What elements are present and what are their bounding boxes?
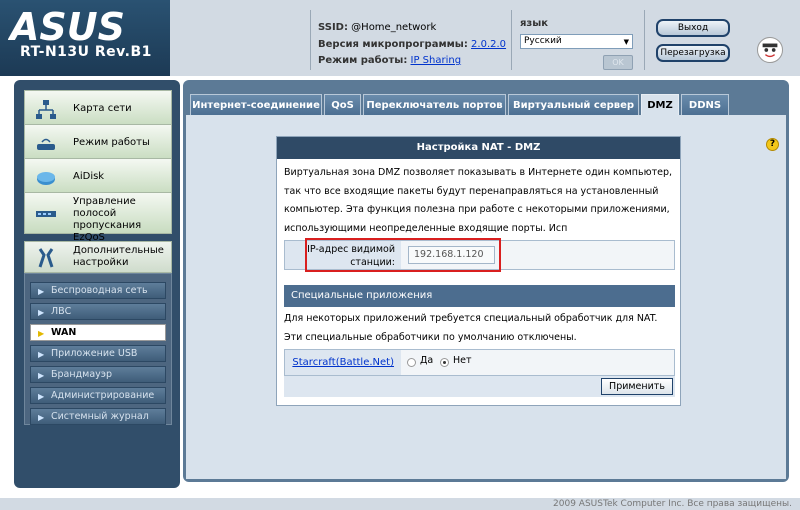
sidebar-item-label: Режим работы [73, 137, 150, 148]
sidebar-item-label: Управление полосой пропускания EzQoS [73, 196, 142, 243]
arrow-right-icon: ▶ [38, 308, 45, 317]
submenu-label: Администрирование [51, 390, 155, 401]
special-apps-header: Специальные приложения [284, 285, 675, 307]
submenu-label: Брандмауэр [51, 369, 113, 380]
submenu-item-wireless[interactable]: ▶ Беспроводная сеть [30, 282, 166, 299]
tab-ddns[interactable]: DDNS [681, 94, 729, 115]
panel-title: Настройка NAT - DMZ [277, 137, 680, 159]
apply-button[interactable]: Применить [601, 378, 673, 395]
language-select[interactable]: Русский ▼ [520, 34, 633, 49]
header-divider [310, 10, 311, 70]
language-label: язык [520, 18, 549, 29]
tab-dmz[interactable]: DMZ [641, 94, 679, 116]
header-divider [644, 10, 645, 70]
radio-yes-label: Да [420, 355, 434, 366]
submenu-item-lan[interactable]: ▶ ЛВС [30, 303, 166, 320]
ssid-label: SSID: [318, 22, 348, 33]
sidebar-item-aidisk[interactable]: AiDisk [24, 158, 172, 195]
starcraft-row: Starcraft(Battle.Net) Да Нет [284, 349, 675, 376]
submenu-item-firewall[interactable]: ▶ Брандмауэр [30, 366, 166, 383]
submenu-item-administration[interactable]: ▶ Администрирование [30, 387, 166, 404]
arrow-right-icon: ▶ [38, 392, 45, 401]
sidebar-item-ezqos[interactable]: Управление полосой пропускания EzQoS [24, 192, 172, 243]
router-model: RT-N13U Rev.B1 [20, 44, 152, 60]
tab-internet-connection[interactable]: Интернет-соединение [190, 94, 322, 115]
arrow-right-icon: ▶ [38, 350, 45, 359]
sidebar-item-label: AiDisk [73, 171, 105, 182]
submenu-label: ЛВС [51, 306, 72, 317]
mascot-avatar-icon [757, 37, 783, 63]
firmware-link[interactable]: 2.0.2.0 [471, 39, 506, 50]
ssid-value: @Home_network [351, 22, 437, 33]
special-apps-description: Для некоторых приложений требуется специ… [284, 313, 658, 343]
sidebar-item-operation-mode[interactable]: Режим работы [24, 124, 172, 161]
network-map-icon [36, 100, 56, 119]
arrow-right-icon: ▶ [38, 329, 45, 338]
submenu-item-wan[interactable]: ▶ WAN [30, 324, 166, 341]
submenu-label: WAN [51, 327, 77, 338]
starcraft-label: Starcraft(Battle.Net) [285, 350, 401, 375]
radio-no[interactable] [440, 358, 449, 367]
submenu-list: ▶ Беспроводная сеть ▶ ЛВС ▶ WAN ▶ Приложение… [24, 273, 172, 425]
submenu-label: Системный журнал [51, 411, 149, 422]
status-info: SSID: @Home_network Версия микропрограмм… [318, 20, 506, 70]
tools-icon [38, 248, 54, 268]
starcraft-link[interactable]: Starcraft(Battle.Net) [292, 357, 394, 368]
logout-button[interactable]: Выход [656, 19, 730, 37]
dropdown-arrow-icon: ▼ [623, 38, 629, 46]
submenu-label: Беспроводная сеть [51, 285, 148, 296]
submenu-item-system-log[interactable]: ▶ Системный журнал [30, 408, 166, 425]
apply-row: Применить [284, 376, 675, 397]
asus-logo: ASUS [8, 6, 125, 44]
qos-icon [36, 211, 56, 217]
radio-no-label: Нет [453, 355, 472, 366]
tab-port-trigger[interactable]: Переключатель портов [363, 94, 506, 115]
arrow-right-icon: ▶ [38, 287, 45, 296]
help-icon[interactable]: ? [766, 138, 779, 151]
router-icon [37, 138, 55, 150]
copyright-footer: 2009 ASUSTek Computer Inc. Все права защ… [0, 498, 800, 510]
panel-description: Виртуальная зона DMZ позволяет показыват… [284, 167, 673, 234]
language-ok-button[interactable]: OK [603, 55, 633, 70]
logo-panel: ASUS RT-N13U Rev.B1 [0, 0, 170, 88]
tab-qos[interactable]: QoS [324, 94, 361, 115]
sidebar-item-network-map[interactable]: Карта сети [24, 90, 172, 127]
tab-virtual-server[interactable]: Виртуальный сервер [508, 94, 639, 115]
language-value: Русский [524, 36, 562, 46]
sidebar-item-label: Карта сети [73, 103, 132, 114]
firmware-label: Версия микропрограммы: [318, 38, 468, 50]
submenu-item-usb[interactable]: ▶ Приложение USB [30, 345, 166, 362]
submenu-label: Приложение USB [51, 348, 138, 359]
reboot-button[interactable]: Перезагрузка [656, 44, 730, 62]
header-divider [511, 10, 512, 70]
sidebar-item-advanced[interactable]: Дополнительные настройки [24, 241, 172, 273]
mode-label: Режим работы: [318, 55, 408, 66]
mode-link[interactable]: IP Sharing [411, 55, 462, 66]
arrow-right-icon: ▶ [38, 413, 45, 422]
sidebar: Карта сети Режим работы AiDisk Управлени… [14, 80, 180, 488]
radio-yes[interactable] [407, 358, 416, 367]
sidebar-item-label: Дополнительные настройки [73, 245, 164, 268]
aidisk-icon [37, 172, 55, 185]
arrow-right-icon: ▶ [38, 371, 45, 380]
svg-text:ASUS: ASUS [8, 6, 125, 44]
ip-highlight-box [305, 238, 501, 272]
